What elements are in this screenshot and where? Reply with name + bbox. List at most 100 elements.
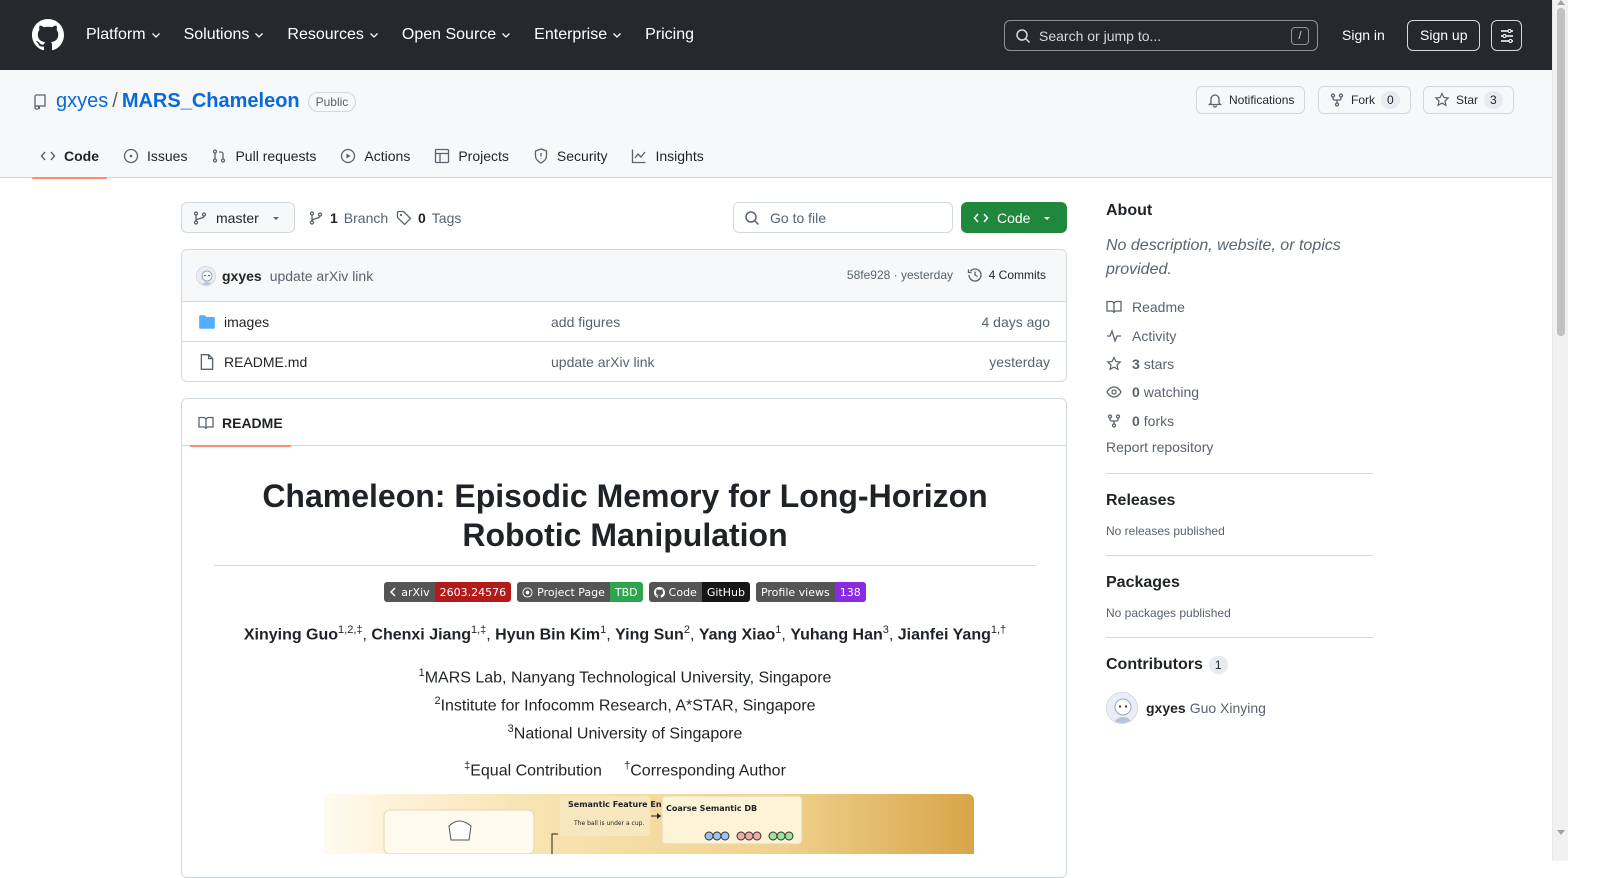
star-button[interactable]: Star 3: [1423, 86, 1514, 114]
badge-left: Code: [648, 582, 702, 602]
chevron-down-icon: [255, 33, 264, 38]
graph-icon: [632, 149, 646, 164]
author-affil-sup: 1: [775, 624, 782, 636]
nav-enterprise[interactable]: Enterprise: [534, 26, 623, 44]
notifications-button[interactable]: Notifications: [1196, 86, 1306, 114]
contributor-name: Guo Xinying: [1189, 699, 1266, 716]
about-description: No description, website, or topics provi…: [1106, 237, 1341, 278]
tags-link[interactable]: 0 Tags: [396, 202, 461, 233]
go-to-file-input[interactable]: Go to file: [733, 202, 953, 233]
file-name-link[interactable]: README.md: [224, 354, 307, 370]
contributor-avatar[interactable]: [1106, 691, 1138, 724]
readme-link[interactable]: Readme: [1106, 293, 1373, 321]
sign-up-button[interactable]: Sign up: [1407, 20, 1481, 51]
fork-button[interactable]: Fork 0: [1318, 86, 1411, 114]
author-name[interactable]: Chenxi Jiang: [371, 626, 471, 643]
branches-link[interactable]: 1 Branch: [308, 202, 388, 233]
repo-name-link[interactable]: MARS_Chameleon: [122, 90, 300, 113]
page-scrollbar[interactable]: [1552, 0, 1568, 861]
author-name[interactable]: Jianfei Yang: [898, 626, 991, 643]
author-name[interactable]: Yuhang Han: [790, 626, 882, 643]
tab-label: Actions: [364, 148, 411, 164]
chrome-icon: [522, 586, 533, 598]
commits-history-link[interactable]: 4 Commits: [967, 267, 1046, 283]
activity-link[interactable]: Activity: [1106, 321, 1373, 349]
file-commit-message[interactable]: update arXiv link: [551, 354, 655, 370]
fork-icon: [1107, 414, 1121, 428]
author-name[interactable]: Yang Xiao: [699, 626, 775, 643]
badge-left: Project Page: [517, 582, 610, 602]
watching-count: 0: [1132, 384, 1140, 401]
badge-right: 2603.24576: [434, 582, 512, 602]
readme-header: README: [182, 399, 1066, 447]
watchers-link[interactable]: 0 watching: [1106, 378, 1373, 406]
scroll-down-arrow-icon[interactable]: [1557, 830, 1565, 835]
file-name-link[interactable]: images: [224, 314, 269, 330]
latest-commit-row: gxyes update arXiv link 58fe928 · yester…: [182, 250, 1066, 302]
file-row-images[interactable]: images add figures 4 days ago: [182, 302, 1066, 342]
author-affil-sup: 1,2,‡: [338, 624, 363, 636]
contributor-login[interactable]: gxyes: [1146, 700, 1186, 716]
sign-in-link[interactable]: Sign in: [1330, 20, 1397, 51]
stars-link[interactable]: 3 stars: [1106, 350, 1373, 378]
github-logo-icon[interactable]: [32, 19, 64, 51]
readme-tab[interactable]: README: [190, 399, 291, 447]
packages-heading[interactable]: Packages: [1106, 574, 1373, 592]
profile-views-badge[interactable]: Profile views 138: [755, 582, 866, 602]
tab-pull-requests[interactable]: Pull requests: [203, 134, 324, 178]
repo-owner-link[interactable]: gxyes: [56, 90, 108, 113]
sidebar-divider: [1106, 472, 1373, 474]
nav-label: Enterprise: [534, 26, 608, 43]
nav-platform[interactable]: Platform: [86, 26, 162, 44]
scrollbar-thumb[interactable]: [1557, 8, 1565, 336]
commit-author-link[interactable]: gxyes: [222, 268, 262, 284]
folder-icon: [199, 314, 215, 329]
file-commit-message[interactable]: add figures: [551, 314, 620, 330]
forks-link[interactable]: 0 forks: [1106, 407, 1373, 435]
history-icon: [967, 268, 982, 282]
contributors-title: Contributors: [1106, 655, 1203, 673]
author-name[interactable]: Hyun Bin Kim: [495, 626, 600, 643]
contributors-heading[interactable]: Contributors 1: [1106, 655, 1373, 674]
contributor-item[interactable]: gxyes Guo Xinying: [1106, 691, 1373, 724]
tab-code[interactable]: Code: [32, 134, 107, 179]
tab-projects[interactable]: Projects: [426, 134, 517, 178]
arxiv-badge[interactable]: arXiv 2603.24576: [384, 582, 512, 602]
repo-sidebar: About No description, website, or topics…: [1106, 202, 1373, 724]
author-name[interactable]: Xinying Guo: [244, 626, 338, 643]
code-github-badge[interactable]: Code GitHub: [648, 582, 750, 602]
tab-insights[interactable]: Insights: [623, 134, 711, 178]
global-header: Platform Solutions Resources Open Source…: [0, 0, 1552, 70]
contribution-notes: ‡Equal Contribution †Corresponding Autho…: [214, 760, 1036, 780]
badge-left-label: Code: [668, 585, 697, 599]
tab-actions[interactable]: Actions: [332, 134, 418, 178]
nav-open-source[interactable]: Open Source: [402, 26, 512, 44]
author-avatar[interactable]: [196, 265, 216, 286]
nav-resources[interactable]: Resources: [287, 26, 379, 44]
nav-pricing[interactable]: Pricing: [645, 26, 694, 44]
releases-heading[interactable]: Releases: [1106, 492, 1373, 510]
tab-issues[interactable]: Issues: [115, 134, 195, 178]
search-icon: [745, 210, 760, 225]
tab-security[interactable]: Security: [525, 134, 616, 178]
branch-select-button[interactable]: master: [181, 202, 295, 233]
tab-label: Security: [556, 148, 608, 164]
report-repository-link[interactable]: Report repository: [1106, 439, 1373, 455]
avatar-image-icon: [197, 266, 215, 285]
settings-menu-button[interactable]: [1491, 20, 1522, 51]
scroll-up-arrow-icon[interactable]: [1557, 0, 1565, 5]
file-row-readme[interactable]: README.md update arXiv link yesterday: [182, 342, 1066, 381]
code-icon: [40, 151, 56, 161]
project-page-badge[interactable]: Project Page TBD: [517, 582, 643, 602]
nav-solutions[interactable]: Solutions: [184, 26, 266, 44]
github-icon: [653, 586, 665, 598]
file-icon: [200, 354, 214, 370]
tab-label: Projects: [458, 148, 509, 164]
author-name[interactable]: Ying Sun: [615, 626, 684, 643]
commit-sha-time[interactable]: 58fe928 · yesterday: [847, 268, 953, 282]
search-input[interactable]: Search or jump to... /: [1004, 20, 1318, 51]
commit-message-link[interactable]: update arXiv link: [270, 268, 374, 284]
code-dropdown-button[interactable]: Code: [961, 202, 1067, 233]
go-to-file-placeholder: Go to file: [770, 209, 827, 226]
pull-request-icon: [213, 149, 226, 163]
